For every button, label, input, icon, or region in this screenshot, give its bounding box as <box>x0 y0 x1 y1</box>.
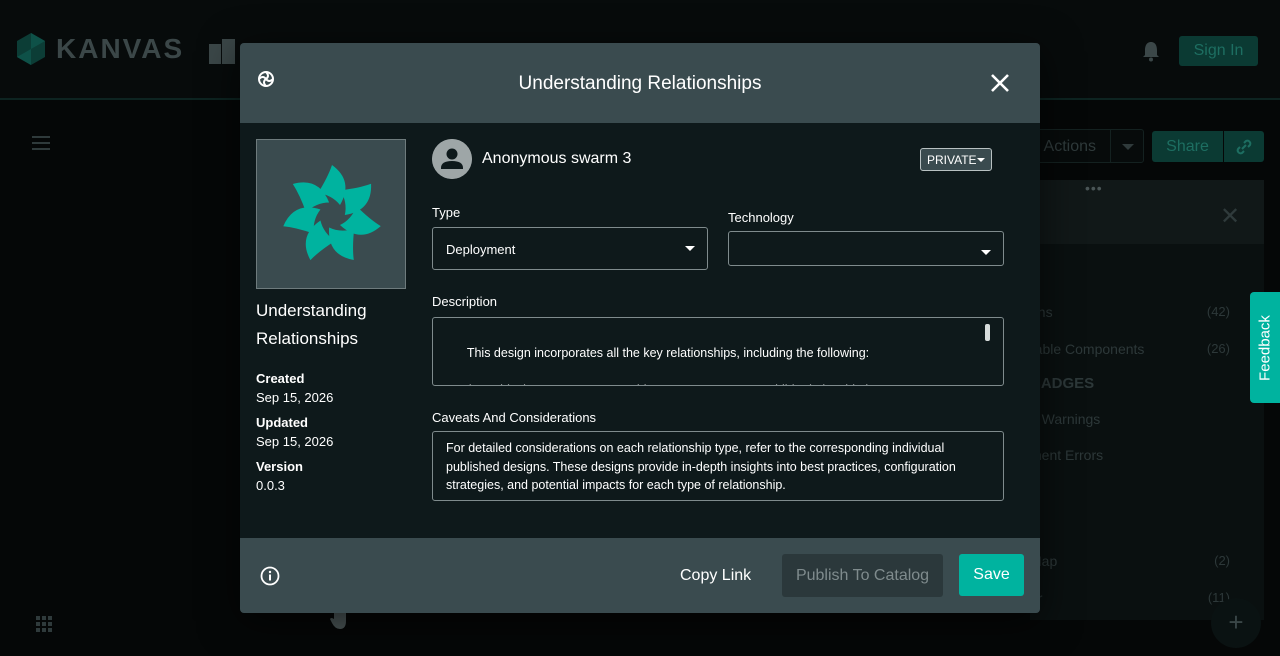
design-thumbnail <box>256 139 406 289</box>
updated-label: Updated <box>256 415 308 430</box>
side-row[interactable]: Map (2) <box>1030 553 1230 569</box>
save-button[interactable]: Save <box>959 554 1024 596</box>
modal-footer: Copy Link Publish To Catalog Save <box>240 538 1040 613</box>
building-icon[interactable] <box>208 38 236 64</box>
created-value: Sep 15, 2026 <box>256 390 334 405</box>
copy-link-button[interactable]: Copy Link <box>680 567 751 585</box>
side-row[interactable]: y <box>1030 484 1230 500</box>
drag-handle-icon[interactable]: ••• <box>1085 180 1103 196</box>
design-details-modal: Understanding Relationships Understandin… <box>240 43 1040 613</box>
copy-link-icon-button[interactable] <box>1224 131 1264 162</box>
actions-dropdown-caret[interactable] <box>1110 129 1144 163</box>
description-scrollbar[interactable] <box>985 324 990 341</box>
side-row-count: (42) <box>1206 304 1230 319</box>
caveats-textarea[interactable]: For detailed considerations on each rela… <box>432 431 1004 501</box>
owner-name: Anonymous swarm 3 <box>482 150 632 167</box>
visibility-dropdown[interactable]: PRIVATE <box>920 148 992 171</box>
design-swirl-icon <box>283 165 381 261</box>
description-text: This design incorporates all the key rel… <box>446 345 913 386</box>
sign-in-button[interactable]: Sign In <box>1179 36 1258 66</box>
feedback-tab[interactable]: Feedback <box>1250 292 1280 403</box>
technology-label: Technology <box>728 210 794 225</box>
side-row-label: rable Components <box>1030 341 1145 357</box>
user-icon <box>432 139 472 179</box>
type-label: Type <box>432 205 461 220</box>
modal-title: Understanding Relationships <box>518 73 762 94</box>
type-select[interactable]: Deployment <box>432 227 708 270</box>
updated-value: Sep 15, 2026 <box>256 434 334 449</box>
side-row[interactable]: rable Components (26) <box>1030 341 1230 357</box>
side-row-count: (2) <box>1214 553 1230 568</box>
side-row[interactable]: er(11) <box>1030 590 1230 606</box>
side-panel: ••• ✕ ons (42) rable Components (26) BADGE… <box>1030 180 1264 620</box>
side-row[interactable]: n Warnings <box>1030 411 1230 427</box>
type-select-value: Deployment <box>446 242 516 257</box>
side-row[interactable]: ons (42) <box>1030 304 1230 320</box>
modal-body: Understanding Relationships Created Sep … <box>240 123 1040 538</box>
design-name: Understanding Relationships <box>256 301 367 348</box>
technology-select[interactable] <box>728 231 1004 266</box>
hamburger-menu-icon[interactable] <box>32 136 50 150</box>
bell-icon[interactable] <box>1141 40 1161 62</box>
version-label: Version <box>256 459 303 474</box>
created-label: Created <box>256 371 305 386</box>
description-label: Description <box>432 294 498 309</box>
avatar[interactable] <box>432 139 472 179</box>
version-value: 0.0.3 <box>256 478 285 493</box>
modal-header: Understanding Relationships <box>240 43 1040 123</box>
caveats-text: For detailed considerations on each rela… <box>446 441 956 492</box>
feedback-label: Feedback <box>1256 314 1274 381</box>
kanvas-logo-icon <box>17 33 45 65</box>
add-fab-button[interactable]: + <box>1211 598 1261 648</box>
actions-button[interactable]: Actions <box>1030 129 1110 163</box>
close-icon[interactable] <box>989 72 1011 94</box>
info-icon[interactable] <box>260 566 280 586</box>
side-row-label: ment Errors <box>1030 447 1104 463</box>
side-row-label: n Warnings <box>1030 411 1101 427</box>
apps-grid-icon[interactable] <box>36 616 52 632</box>
publish-to-catalog-button[interactable]: Publish To Catalog <box>782 554 943 597</box>
brand-name: KANVAS <box>56 33 185 64</box>
actions-label: Actions <box>1043 138 1096 155</box>
side-panel-header: ••• ✕ <box>1030 180 1264 244</box>
caveats-label: Caveats And Considerations <box>432 410 597 425</box>
side-row-count: (26) <box>1206 341 1230 356</box>
share-button[interactable]: Share <box>1152 131 1223 162</box>
side-panel-close-icon[interactable]: ✕ <box>1220 202 1240 231</box>
description-textarea[interactable]: This design incorporates all the key rel… <box>432 317 1004 386</box>
link-icon <box>1236 139 1252 155</box>
brand-logo[interactable]: KANVAS <box>14 32 184 66</box>
side-row[interactable]: ment Errors <box>1030 447 1230 463</box>
